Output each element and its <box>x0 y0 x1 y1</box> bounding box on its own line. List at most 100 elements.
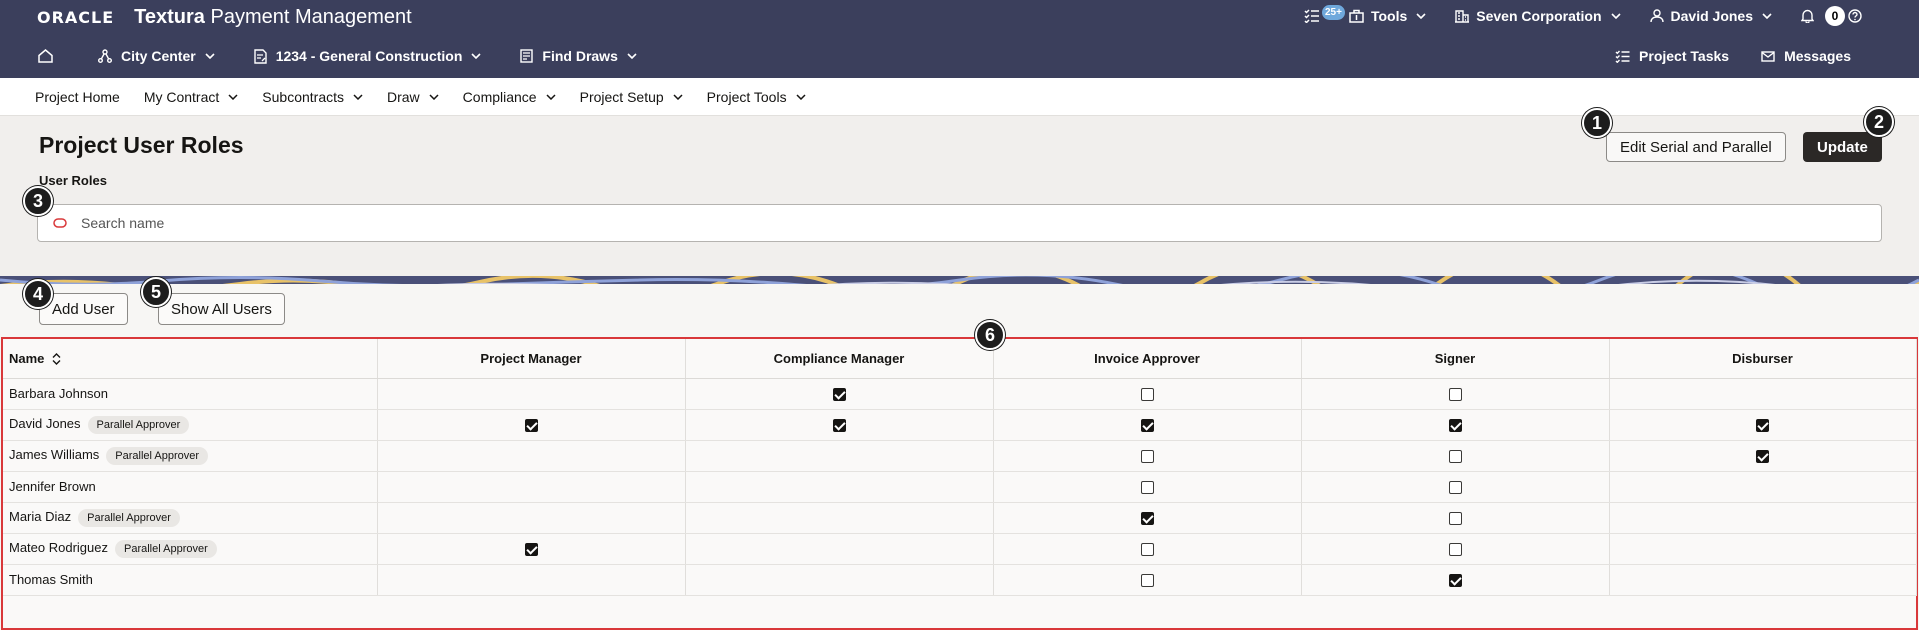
organization-menu[interactable]: Seven Corporation <box>1455 8 1627 24</box>
role-cell <box>685 440 994 472</box>
draws-document-icon <box>520 49 534 63</box>
chevron-down-icon <box>796 93 806 100</box>
bell-icon <box>1801 9 1814 23</box>
menu-compliance[interactable]: Compliance <box>463 89 556 105</box>
role-cell <box>377 440 686 472</box>
toolbox-icon <box>1349 9 1364 23</box>
user-name: Maria Diaz <box>9 508 72 524</box>
role-checkbox[interactable] <box>832 419 846 433</box>
menu-project-tools[interactable]: Project Tools <box>707 89 806 105</box>
role-checkbox[interactable] <box>1140 419 1154 433</box>
role-checkbox[interactable] <box>1448 481 1462 495</box>
menu-subcontracts[interactable]: Subcontracts <box>262 89 363 105</box>
mail-icon <box>1761 50 1775 62</box>
role-checkbox[interactable] <box>1140 512 1154 526</box>
role-cell <box>993 471 1302 503</box>
organization-label: Seven Corporation <box>1476 8 1602 24</box>
role-cell <box>993 378 1302 410</box>
notifications-button[interactable]: 0 <box>1801 6 1845 26</box>
context-nav-right: Project Tasks Messages <box>1583 42 1851 70</box>
role-checkbox[interactable] <box>1448 450 1462 464</box>
role-cell <box>1609 409 1917 441</box>
messages-button[interactable]: Messages <box>1761 48 1851 64</box>
role-checkbox[interactable] <box>1140 574 1154 588</box>
role-checkbox[interactable] <box>1756 450 1769 464</box>
parallel-approver-badge: Parallel Approver <box>87 415 190 434</box>
search-box <box>37 204 1882 242</box>
name-column-header[interactable]: Name <box>3 339 378 379</box>
table-row: Jennifer Brown <box>3 471 1917 503</box>
table-row: Maria Diaz Parallel Approver <box>3 502 1917 534</box>
table-row: Barbara Johnson <box>3 378 1917 410</box>
project-hierarchy-icon <box>98 49 112 63</box>
callout-marker-2: 2 <box>1864 107 1894 137</box>
user-name: Mateo Rodriguez <box>9 539 108 555</box>
role-checkbox[interactable] <box>1756 419 1769 433</box>
role-checkbox[interactable] <box>1140 481 1154 495</box>
parallel-approver-badge: Parallel Approver <box>78 508 180 527</box>
role-cell <box>1301 471 1610 503</box>
menu-project-home[interactable]: Project Home <box>35 89 120 105</box>
role-checkbox[interactable] <box>1448 543 1462 557</box>
update-button[interactable]: Update <box>1803 132 1882 162</box>
find-draws-label: Find Draws <box>542 48 618 64</box>
chevron-down-icon <box>1762 13 1772 19</box>
task-list-icon <box>1615 50 1630 63</box>
user-roles-table: Name Project Manager Compliance Manager … <box>3 339 1917 596</box>
messages-label: Messages <box>1784 48 1851 64</box>
role-checkbox[interactable] <box>524 543 538 557</box>
home-button[interactable] <box>38 49 62 63</box>
brand[interactable]: ORACLE Textura Payment Management <box>37 6 412 28</box>
chevron-down-icon <box>205 53 215 59</box>
table-row: James Williams Parallel Approver <box>3 440 1917 472</box>
role-checkbox[interactable] <box>524 419 538 433</box>
search-input[interactable] <box>81 215 1781 231</box>
role-cell <box>377 533 686 565</box>
building-icon <box>1455 10 1470 23</box>
role-cell <box>1301 564 1610 596</box>
chevron-down-icon <box>1416 13 1426 19</box>
user-menu[interactable]: David Jones <box>1649 8 1779 24</box>
product-name: Textura Payment Management <box>134 5 412 28</box>
tasks-menu[interactable]: 25+ Tools <box>1304 5 1433 24</box>
role-cell <box>685 502 994 534</box>
user-name: Jennifer Brown <box>9 479 96 494</box>
user-roles-table-container: Name Project Manager Compliance Manager … <box>1 337 1918 630</box>
contract-selector[interactable]: 1234 - General Construction <box>253 48 491 64</box>
section-subtitle: User Roles <box>39 173 107 188</box>
menu-project-setup[interactable]: Project Setup <box>580 89 683 105</box>
show-all-users-button[interactable]: Show All Users <box>158 293 285 325</box>
role-checkbox[interactable] <box>1448 512 1462 526</box>
role-cell <box>1609 440 1917 472</box>
column-header-signer: Signer <box>1301 339 1610 379</box>
role-cell <box>1609 471 1917 503</box>
user-name-cell: Barbara Johnson <box>3 378 378 410</box>
user-name: David Jones <box>9 415 81 431</box>
callout-marker-4: 4 <box>23 279 53 309</box>
role-checkbox[interactable] <box>832 388 846 402</box>
project-selector[interactable]: City Center <box>98 48 224 64</box>
role-cell <box>377 502 686 534</box>
callout-marker-6: 6 <box>975 320 1005 350</box>
chevron-down-icon <box>228 93 238 100</box>
chevron-down-icon <box>546 93 556 100</box>
edit-serial-parallel-button[interactable]: Edit Serial and Parallel <box>1606 132 1786 162</box>
role-cell <box>993 440 1302 472</box>
role-checkbox[interactable] <box>1448 419 1462 433</box>
main-menu-bar: Project Home My Contract Subcontracts Dr… <box>0 78 1919 116</box>
role-checkbox[interactable] <box>1140 450 1154 464</box>
role-cell <box>1609 378 1917 410</box>
role-checkbox[interactable] <box>1140 543 1154 557</box>
role-checkbox[interactable] <box>1140 388 1154 402</box>
role-checkbox[interactable] <box>1448 388 1462 402</box>
project-tasks-button[interactable]: Project Tasks <box>1615 48 1729 64</box>
help-button[interactable] <box>1848 9 1869 23</box>
role-cell <box>993 502 1302 534</box>
menu-my-contract[interactable]: My Contract <box>144 89 238 105</box>
role-cell <box>1609 502 1917 534</box>
find-draws-menu[interactable]: Find Draws <box>520 48 645 64</box>
user-name-cell: James Williams Parallel Approver <box>3 440 378 472</box>
menu-draw[interactable]: Draw <box>387 89 439 105</box>
role-cell <box>1301 502 1610 534</box>
role-checkbox[interactable] <box>1448 574 1462 588</box>
